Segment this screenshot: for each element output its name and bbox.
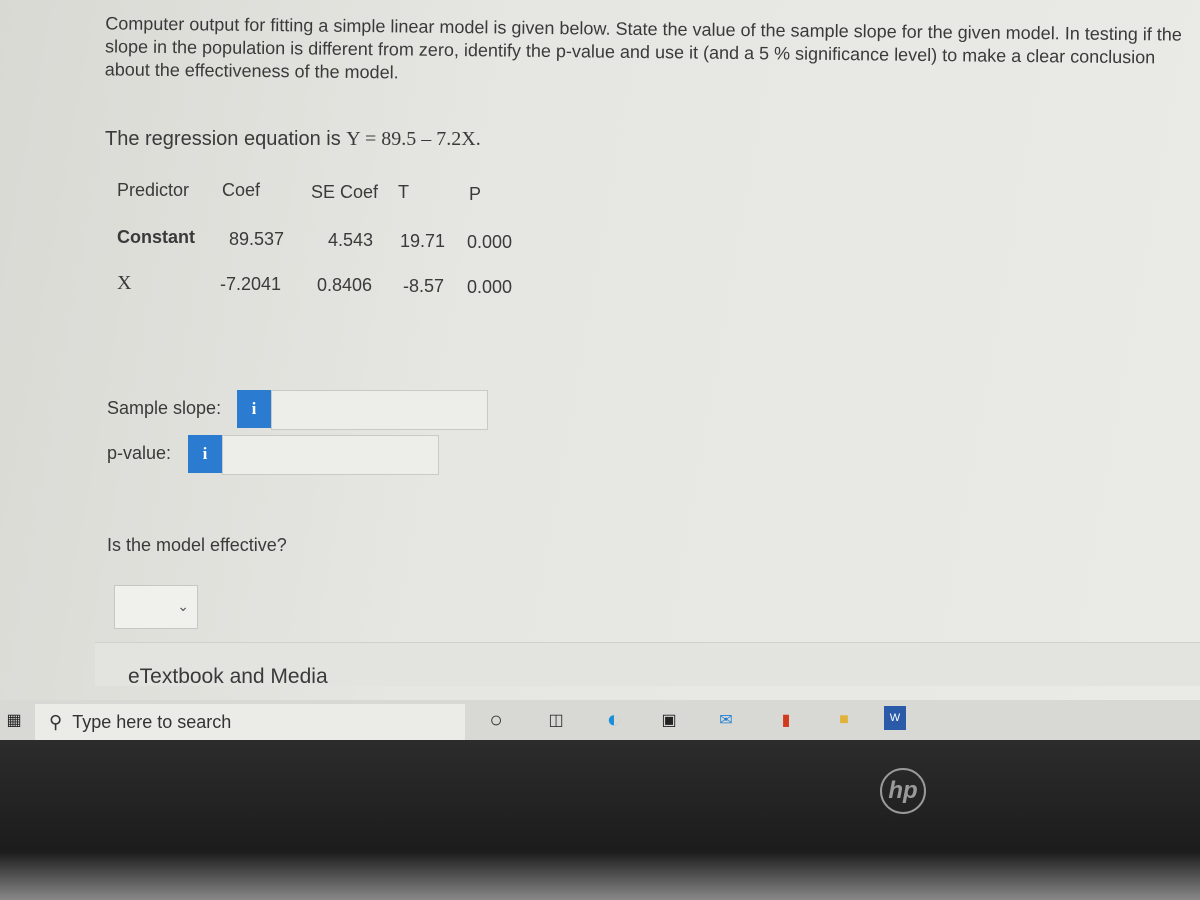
header-se-coef: SE Coef: [311, 182, 379, 202]
equation-formula: Y = 89.5 – 7.2X.: [346, 128, 481, 150]
windows-start-icon[interactable]: ▦: [0, 706, 28, 734]
p-value-input[interactable]: [222, 435, 439, 475]
p-value-label: p-value:: [107, 443, 172, 463]
search-placeholder: Type here to search: [72, 711, 232, 732]
search-icon: ⚲: [49, 711, 63, 732]
row-x-t: -8.57: [403, 276, 445, 296]
row-constant-se: 4.543: [328, 230, 374, 250]
equation-prefix: The regression equation is: [105, 128, 341, 150]
etextbook-label: eTextbook and Media: [128, 665, 328, 688]
laptop-bezel: hp: [0, 740, 1200, 900]
chevron-down-icon: ⌄: [177, 598, 189, 614]
mail-icon[interactable]: ✉: [712, 706, 740, 734]
edge-icon[interactable]: ◐: [600, 706, 628, 734]
row-x-predictor: X: [117, 272, 132, 294]
row-x-coef: -7.2041: [220, 274, 282, 294]
effective-dropdown[interactable]: ⌄: [114, 585, 198, 629]
hp-logo: hp: [880, 768, 926, 814]
regression-equation: The regression equation is Y = 89.5 – 7.…: [105, 128, 481, 151]
word-icon[interactable]: W: [884, 706, 906, 730]
row-constant-t: 19.71: [400, 231, 446, 251]
windows-taskbar: ▦ ⚲ Type here to search ○ ◫ ◐ ▣ ✉ ▮ ■ W: [0, 700, 1200, 740]
cortana-icon[interactable]: ○: [482, 706, 510, 734]
info-icon[interactable]: i: [188, 435, 222, 473]
office-icon[interactable]: ▮: [772, 706, 800, 734]
effective-question: Is the model effective?: [107, 535, 287, 555]
file-explorer-icon[interactable]: ■: [830, 706, 858, 734]
row-constant-predictor: Constant: [117, 227, 195, 247]
row-x-p: 0.000: [467, 277, 513, 297]
store-icon[interactable]: ▣: [655, 706, 683, 734]
sample-slope-input[interactable]: [271, 390, 488, 430]
taskbar-search[interactable]: ⚲ Type here to search: [35, 704, 465, 740]
task-view-icon[interactable]: ◫: [542, 706, 570, 734]
etextbook-media-section[interactable]: eTextbook and Media: [95, 642, 1200, 688]
question-text: Computer output for fitting a simple lin…: [104, 13, 1182, 83]
sample-slope-label: Sample slope:: [107, 398, 222, 418]
browser-content: Computer output for fitting a simple lin…: [0, 0, 1200, 700]
row-constant-coef: 89.537: [229, 229, 285, 249]
row-x-se: 0.8406: [317, 275, 373, 295]
info-icon[interactable]: i: [237, 390, 271, 428]
header-predictor: Predictor: [117, 180, 190, 200]
row-constant-p: 0.000: [467, 232, 513, 252]
header-p: P: [469, 184, 482, 204]
header-coef: Coef: [222, 180, 261, 200]
header-t: T: [398, 182, 409, 202]
